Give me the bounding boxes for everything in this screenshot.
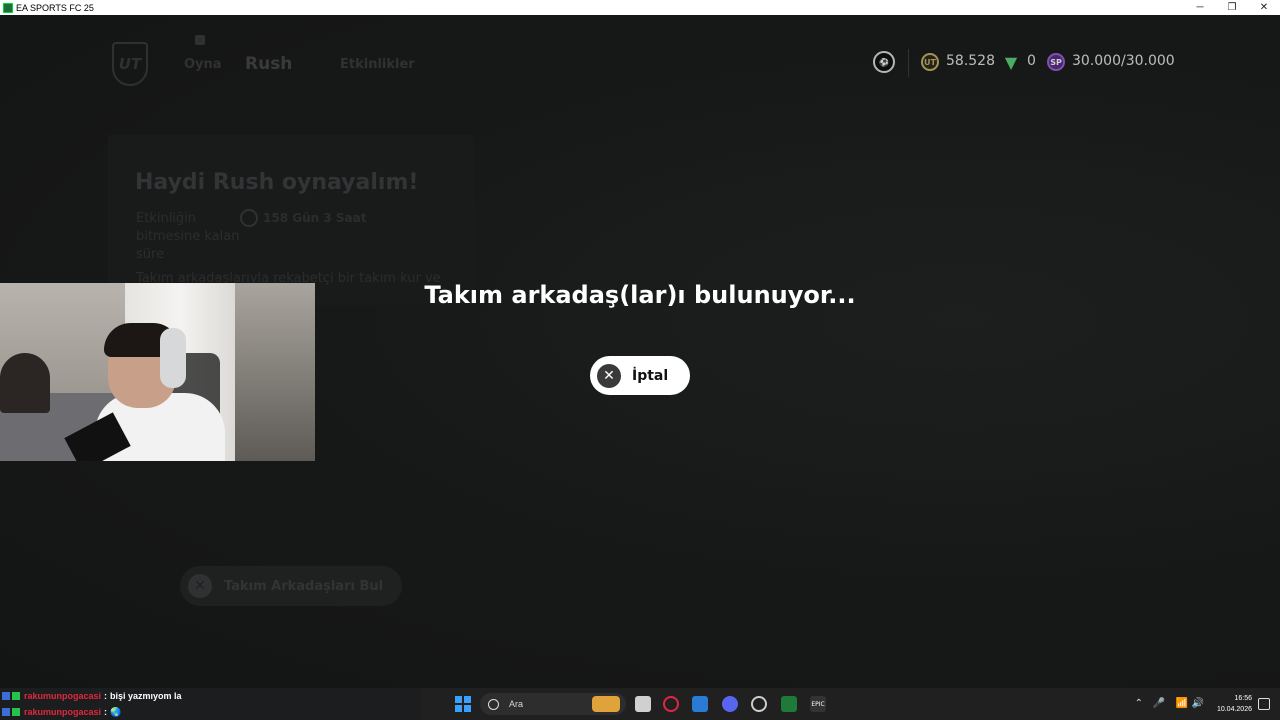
badge-icon (12, 692, 20, 700)
cancel-button[interactable]: ✕ İptal (590, 356, 690, 395)
minimize-button[interactable]: ─ (1184, 0, 1216, 15)
chat-text: 🌏 (110, 706, 122, 717)
clock-date: 10.04.2026 (1216, 706, 1252, 713)
badge-icon (12, 708, 20, 716)
cancel-label: İptal (632, 367, 669, 384)
ea-fc-icon[interactable] (781, 696, 797, 712)
windows-start-icon[interactable] (455, 696, 471, 712)
window-controls: ─ ❐ ✕ (1184, 0, 1280, 15)
file-explorer-icon[interactable] (635, 696, 651, 712)
stream-chat: rakumunpogacasi : bişi yazmıyom la rakum… (2, 688, 422, 720)
taskbar-search[interactable]: Ara (480, 693, 626, 715)
clock-time: 16:56 (1234, 695, 1252, 702)
chevron-up-icon[interactable]: ⌃ (1135, 698, 1143, 709)
chat-message: rakumunpogacasi : 🌏 (2, 704, 422, 720)
maximize-button[interactable]: ❐ (1216, 0, 1248, 15)
discord-icon[interactable] (722, 696, 738, 712)
close-icon: ✕ (597, 363, 621, 388)
notification-icon[interactable] (1258, 698, 1270, 710)
speaker-icon[interactable]: 🔊 (1192, 698, 1204, 709)
search-icon (488, 698, 499, 710)
close-button[interactable]: ✕ (1248, 0, 1280, 15)
platform-icon (2, 692, 10, 700)
opera-icon[interactable] (663, 696, 679, 712)
chat-username: rakumunpogacasi (24, 691, 102, 701)
app-icon (3, 2, 13, 13)
app-icon-blue[interactable] (692, 696, 708, 712)
wifi-icon[interactable]: 📶 (1176, 698, 1188, 709)
window-title: EA SPORTS FC 25 (16, 2, 94, 13)
platform-icon (2, 708, 10, 716)
chat-username: rakumunpogacasi (24, 707, 102, 717)
search-placeholder: Ara (509, 699, 524, 709)
chat-text: bişi yazmıyom la (110, 691, 182, 701)
microphone-icon[interactable]: 🎤 (1153, 698, 1165, 709)
search-highlight-image (592, 696, 620, 712)
steam-icon[interactable] (751, 696, 767, 712)
epic-games-icon[interactable]: EPIC (810, 696, 826, 712)
window-titlebar: EA SPORTS FC 25 ─ ❐ ✕ (0, 0, 1280, 15)
webcam-overlay (0, 283, 315, 461)
taskbar: Ara EPIC ⌃ 🎤 📶 🔊 16:56 10.04.2026 (422, 688, 1280, 720)
clock[interactable]: 16:56 10.04.2026 (1217, 693, 1252, 715)
chat-message: rakumunpogacasi : bişi yazmıyom la (2, 688, 422, 704)
